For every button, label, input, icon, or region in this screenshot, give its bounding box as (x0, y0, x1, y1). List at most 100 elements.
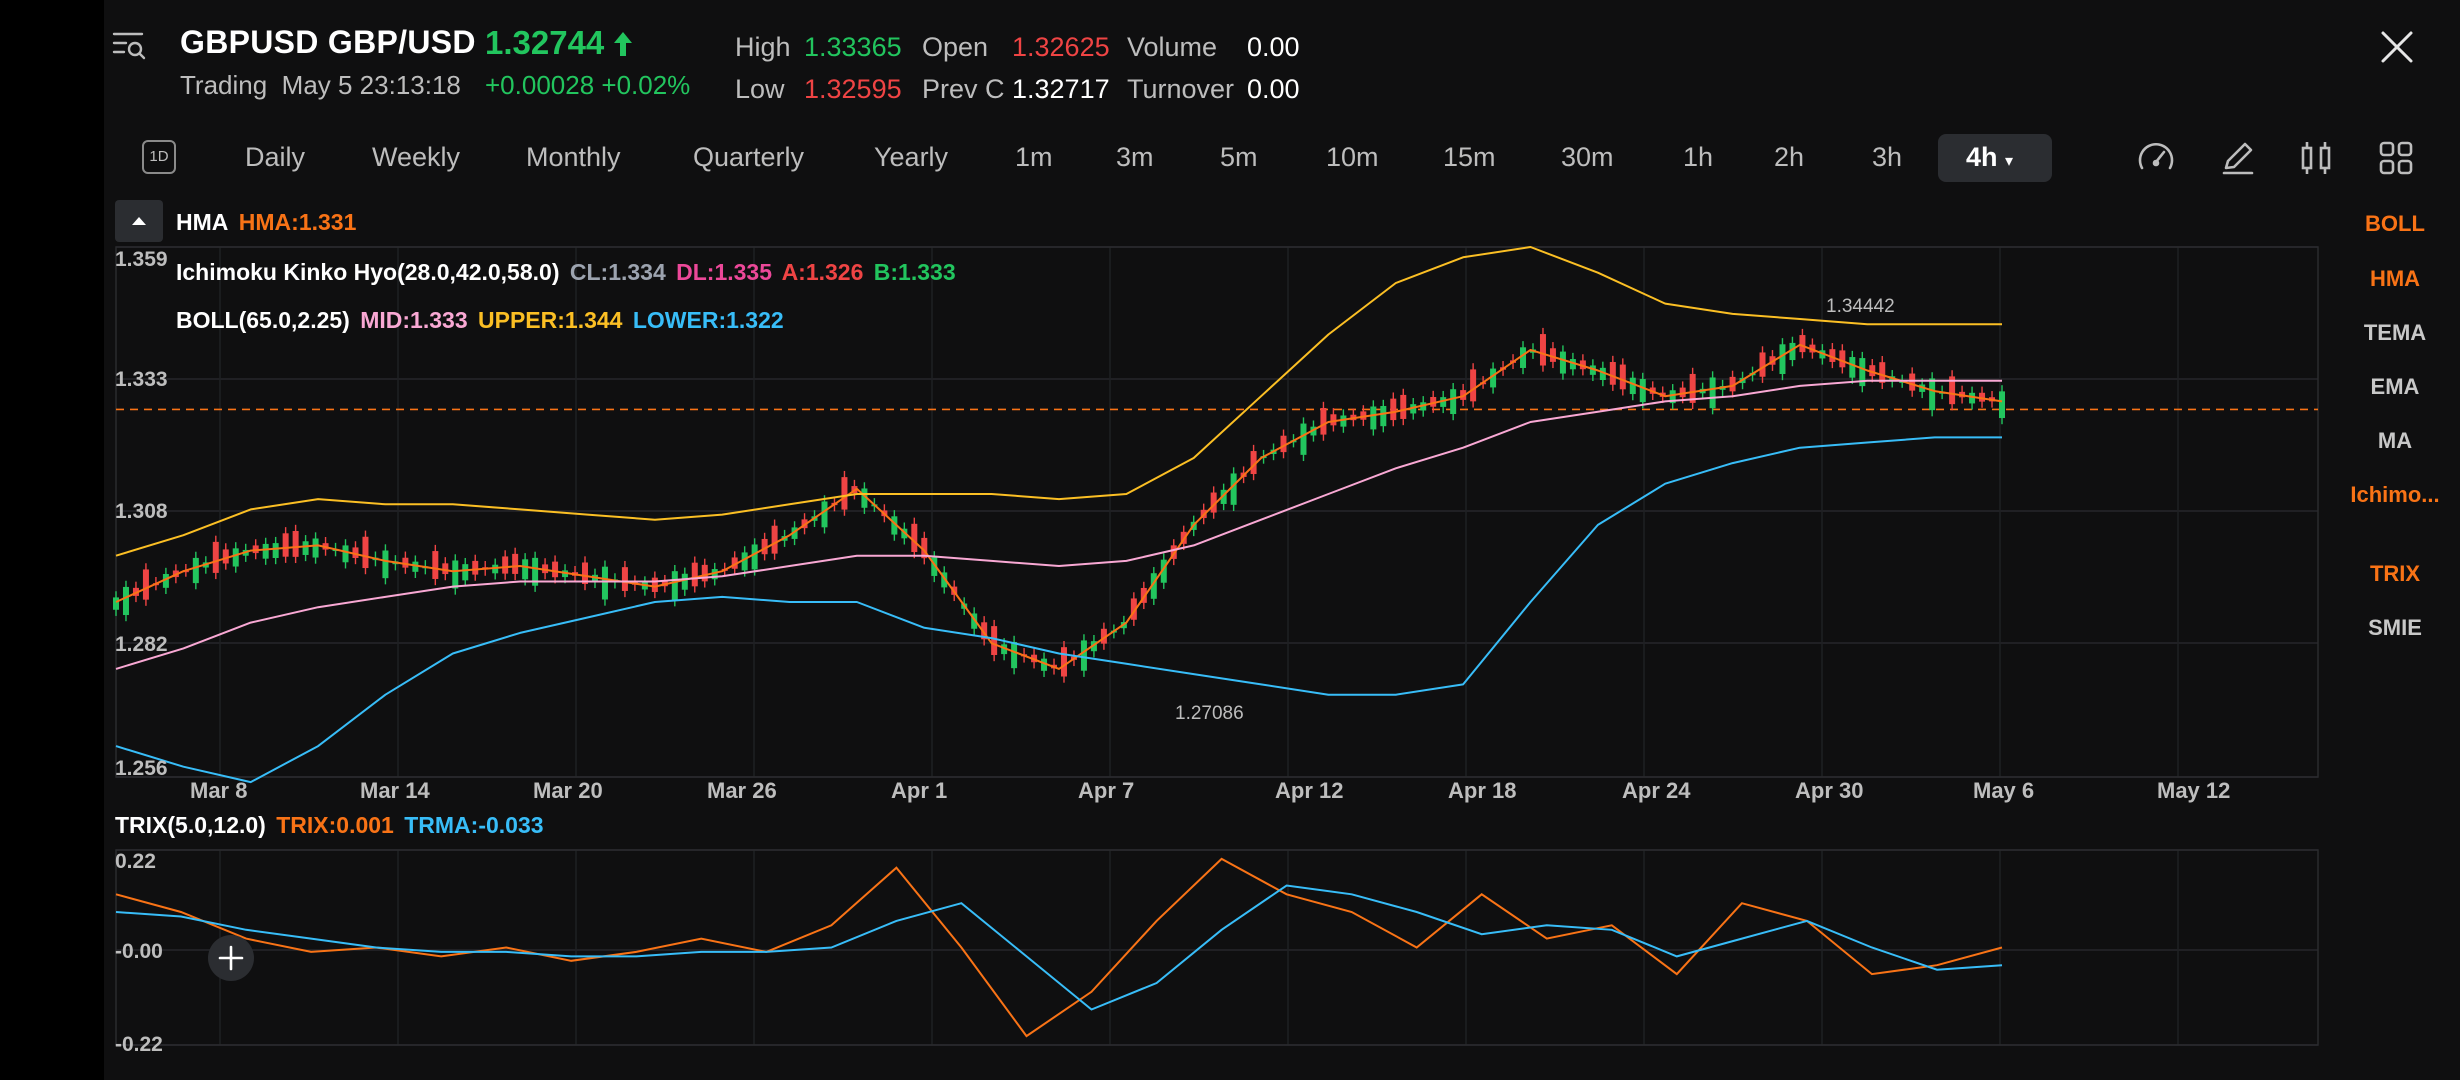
candle-body (1380, 406, 1387, 427)
candle-body (821, 501, 828, 528)
candle-body (1609, 362, 1616, 385)
candle-body (1929, 378, 1936, 411)
side-smie[interactable]: SMIE (2340, 615, 2450, 641)
candle-body (342, 545, 349, 563)
candle-body (1539, 334, 1546, 366)
candle-body (1230, 473, 1237, 505)
candle-body (522, 559, 529, 580)
candle-body (282, 533, 289, 557)
candle-body (1400, 394, 1407, 419)
trix-line (115, 857, 2003, 1038)
y-tick-label: 1.333 (115, 368, 168, 391)
candle-body (272, 543, 279, 558)
side-ema[interactable]: EMA (2340, 374, 2450, 400)
y-tick-label: 1.359 (115, 248, 168, 271)
candle-body (1060, 647, 1067, 677)
hma-name: HMA (176, 209, 229, 235)
candle-body (1390, 398, 1397, 421)
y-tick-label: 1.282 (115, 633, 168, 656)
hma-line (115, 343, 2003, 670)
x-tick-label: Apr 18 (1448, 778, 1517, 803)
chart-grid (115, 246, 2319, 1046)
candle-body (771, 525, 778, 554)
side-trix[interactable]: TRIX (2340, 561, 2450, 587)
candle-body (552, 561, 559, 578)
candle-body (382, 550, 389, 579)
x-tick-label: Apr 24 (1622, 778, 1691, 803)
y-tick-label: 1.308 (115, 500, 168, 523)
trix-y-tick: -0.22 (115, 1033, 163, 1056)
plus-icon[interactable] (208, 935, 254, 981)
boll-mid: MID:1.333 (360, 307, 468, 333)
candle-body (312, 538, 319, 558)
candle-body (1779, 344, 1786, 375)
candle-body (113, 597, 119, 610)
candle-body (502, 556, 509, 574)
candle-body (232, 548, 239, 567)
candle-body (691, 562, 698, 587)
candle-body (1849, 357, 1856, 378)
x-tick-label: Apr 12 (1275, 778, 1344, 803)
candle-body (1340, 415, 1347, 427)
candle-body (1619, 364, 1626, 390)
sub-panel-border (115, 849, 2319, 1046)
collapse-icon[interactable] (115, 200, 163, 242)
price-chart[interactable] (0, 0, 2460, 1080)
candle-body (192, 557, 199, 584)
candle-body (701, 564, 708, 582)
hma-value: HMA:1.331 (238, 209, 357, 235)
candle-body (1999, 391, 2005, 419)
candle-body (1559, 351, 1566, 374)
ichimoku-legend: Ichimoku Kinko Hyo(28.0,42.0,58.0) CL:1.… (176, 259, 960, 286)
hma-legend: HMA HMA:1.331 (176, 209, 360, 236)
x-tick-label: Apr 7 (1078, 778, 1135, 803)
boll-upper-line (115, 246, 2002, 557)
trix-name: TRIX(5.0,12.0) (115, 812, 266, 838)
candle-body (142, 569, 149, 600)
side-ichimoku[interactable]: Ichimo... (2340, 482, 2450, 508)
candle-body (472, 560, 479, 575)
x-tick-label: Mar 20 (533, 778, 603, 803)
ichimoku-b: B:1.333 (873, 259, 956, 285)
candle-body (452, 560, 459, 589)
side-boll[interactable]: BOLL (2340, 211, 2450, 237)
candle-body (911, 523, 918, 553)
candle-body (601, 566, 608, 600)
candle-body (621, 567, 628, 591)
ichimoku-a: A:1.326 (781, 259, 864, 285)
trma-value: TRMA:-0.033 (404, 812, 544, 838)
candle-body (1909, 373, 1916, 391)
candle-body (212, 541, 219, 573)
x-tick-label: Mar 8 (190, 778, 248, 803)
trix-y-tick: -0.00 (115, 940, 163, 963)
candle-body (1320, 407, 1327, 435)
trix-y-tick: 0.22 (115, 850, 156, 873)
trma-line (115, 884, 2003, 1011)
candle-body (841, 477, 848, 510)
ichimoku-cl: CL:1.334 (569, 259, 666, 285)
candle-body (1709, 377, 1716, 409)
trix-value: TRIX:0.001 (276, 812, 394, 838)
candle-body (1759, 352, 1766, 377)
candle-body (1330, 414, 1337, 426)
low-annotation: 1.27086 (1175, 703, 1244, 724)
candle-body (1839, 350, 1846, 368)
ichimoku-dl: DL:1.335 (676, 259, 773, 285)
high-annotation: 1.34442 (1826, 296, 1895, 317)
candle-body (1879, 362, 1886, 383)
x-tick-label: May 12 (2157, 778, 2231, 803)
boll-legend: BOLL(65.0,2.25) MID:1.333 UPPER:1.344 LO… (176, 307, 788, 334)
candle-body (1011, 641, 1018, 669)
candle-body (222, 549, 229, 564)
side-tema[interactable]: TEMA (2340, 320, 2450, 346)
y-tick-label: 1.256 (115, 757, 168, 780)
x-tick-label: Apr 1 (891, 778, 948, 803)
candle-body (1629, 377, 1636, 395)
candle-body (292, 530, 299, 557)
ichimoku-name: Ichimoku Kinko Hyo(28.0,42.0,58.0) (176, 259, 560, 285)
side-hma[interactable]: HMA (2340, 266, 2450, 292)
candle-body (122, 586, 129, 616)
side-ma[interactable]: MA (2340, 428, 2450, 454)
x-tick-label: Mar 14 (360, 778, 430, 803)
candle-body (1300, 423, 1307, 455)
